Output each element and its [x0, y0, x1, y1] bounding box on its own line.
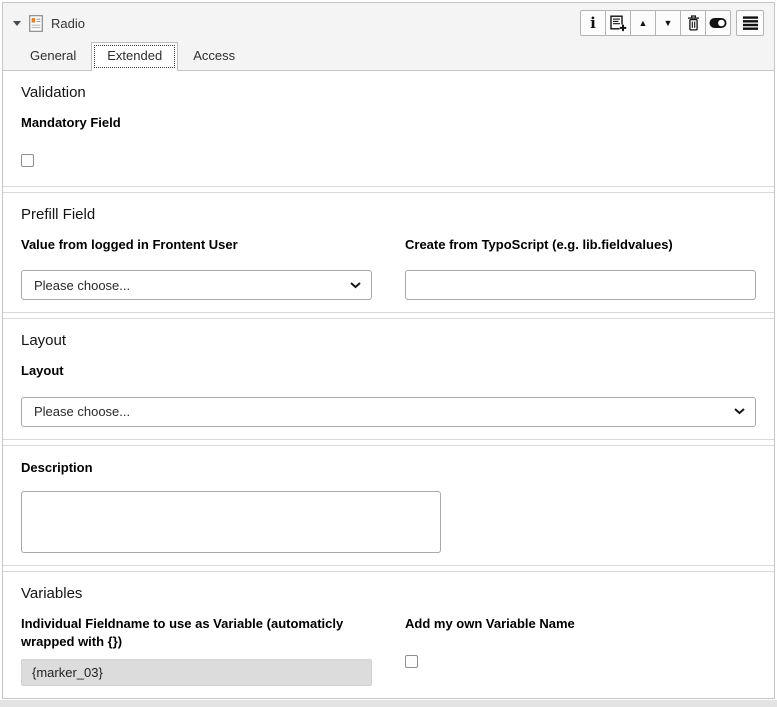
layout-label: Layout [21, 362, 756, 380]
toggle-visibility-button[interactable] [705, 10, 731, 36]
variables-heading: Variables [21, 585, 756, 602]
own-variable-checkbox[interactable] [405, 655, 418, 668]
page-background-strip [0, 700, 777, 707]
element-toolbar: i [580, 10, 764, 36]
frontend-user-label: Value from logged in Frontent User [21, 236, 372, 254]
fieldname-variable-readonly [21, 659, 372, 686]
prefill-right-column: Create from TypoScript (e.g. lib.fieldva… [405, 236, 756, 300]
typoscript-input[interactable] [405, 270, 756, 300]
layout-select-value: Please choose... [34, 404, 130, 419]
element-title: Radio [51, 16, 85, 31]
toolbar-button-group: i [580, 10, 731, 36]
section-layout: Layout Layout Please choose... [3, 318, 774, 439]
variables-right-column: Add my own Variable Name [405, 615, 756, 686]
move-up-button[interactable]: ▲ [630, 10, 656, 36]
new-record-button[interactable] [605, 10, 631, 36]
description-textarea[interactable] [21, 491, 441, 553]
tab-content: Validation Mandatory Field Prefill Field… [3, 71, 774, 698]
info-button[interactable]: i [580, 10, 606, 36]
element-header: Radio i [3, 3, 774, 43]
page: Radio i [0, 0, 777, 707]
chevron-down-icon [734, 408, 745, 415]
prefill-heading: Prefill Field [21, 206, 756, 223]
content-element-icon [29, 15, 43, 32]
arrow-down-icon: ▼ [664, 19, 673, 28]
section-validation: Validation Mandatory Field [3, 71, 774, 187]
variables-left-column: Individual Fieldname to use as Variable … [21, 615, 372, 686]
toggle-icon [709, 17, 727, 29]
context-menu-button[interactable] [736, 10, 764, 36]
arrow-up-icon: ▲ [639, 19, 648, 28]
section-prefill: Prefill Field Value from logged in Front… [3, 192, 774, 313]
tab-general[interactable]: General [15, 43, 91, 70]
tab-access[interactable]: Access [178, 43, 250, 70]
chevron-down-icon [350, 282, 361, 289]
form-element-panel: Radio i [2, 2, 775, 699]
tab-bar: General Extended Access [3, 43, 774, 71]
prefill-left-column: Value from logged in Frontent User Pleas… [21, 236, 372, 300]
mandatory-field-label: Mandatory Field [21, 114, 756, 132]
fieldname-variable-label: Individual Fieldname to use as Variable … [21, 615, 351, 651]
delete-button[interactable] [680, 10, 706, 36]
document-plus-icon [610, 15, 627, 32]
section-variables: Variables Individual Fieldname to use as… [3, 571, 774, 698]
trash-icon [687, 15, 700, 31]
typoscript-label: Create from TypoScript (e.g. lib.fieldva… [405, 236, 756, 254]
frontend-user-select[interactable]: Please choose... [21, 270, 372, 300]
collapse-caret-icon[interactable] [13, 21, 21, 26]
layout-select[interactable]: Please choose... [21, 397, 756, 427]
info-icon: i [590, 16, 596, 31]
validation-heading: Validation [21, 84, 756, 101]
hamburger-icon [743, 16, 758, 30]
description-label: Description [21, 459, 756, 477]
mandatory-field-checkbox[interactable] [21, 154, 34, 167]
frontend-user-select-value: Please choose... [34, 278, 130, 293]
move-down-button[interactable]: ▼ [655, 10, 681, 36]
tab-extended[interactable]: Extended [91, 42, 178, 71]
layout-heading: Layout [21, 332, 756, 349]
section-description: Description [3, 445, 774, 566]
own-variable-label: Add my own Variable Name [405, 615, 756, 633]
